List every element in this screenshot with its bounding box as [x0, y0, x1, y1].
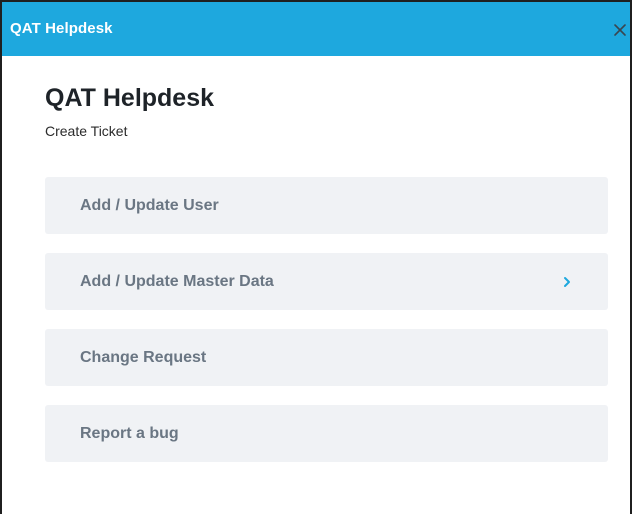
dialog-titlebar: QAT Helpdesk	[2, 2, 630, 56]
page-title: QAT Helpdesk	[45, 84, 215, 112]
helpdesk-dialog: QAT Helpdesk QAT Helpdesk Create Ticket …	[0, 0, 632, 514]
close-icon	[614, 24, 626, 36]
page-subtitle: Create Ticket	[45, 123, 128, 139]
menu-item-label: Add / Update User	[80, 197, 219, 214]
menu-item-add-update-user[interactable]: Add / Update User	[45, 177, 608, 234]
menu-item-change-request[interactable]: Change Request	[45, 329, 608, 386]
menu-item-label: Add / Update Master Data	[80, 273, 274, 290]
menu-item-add-update-master-data[interactable]: Add / Update Master Data	[45, 253, 608, 310]
menu-item-label: Report a bug	[80, 425, 179, 442]
dialog-title: QAT Helpdesk	[10, 20, 113, 37]
chevron-right-icon	[562, 275, 572, 289]
menu-item-report-a-bug[interactable]: Report a bug	[45, 405, 608, 462]
menu-item-label: Change Request	[80, 349, 207, 366]
close-button[interactable]	[612, 22, 628, 38]
